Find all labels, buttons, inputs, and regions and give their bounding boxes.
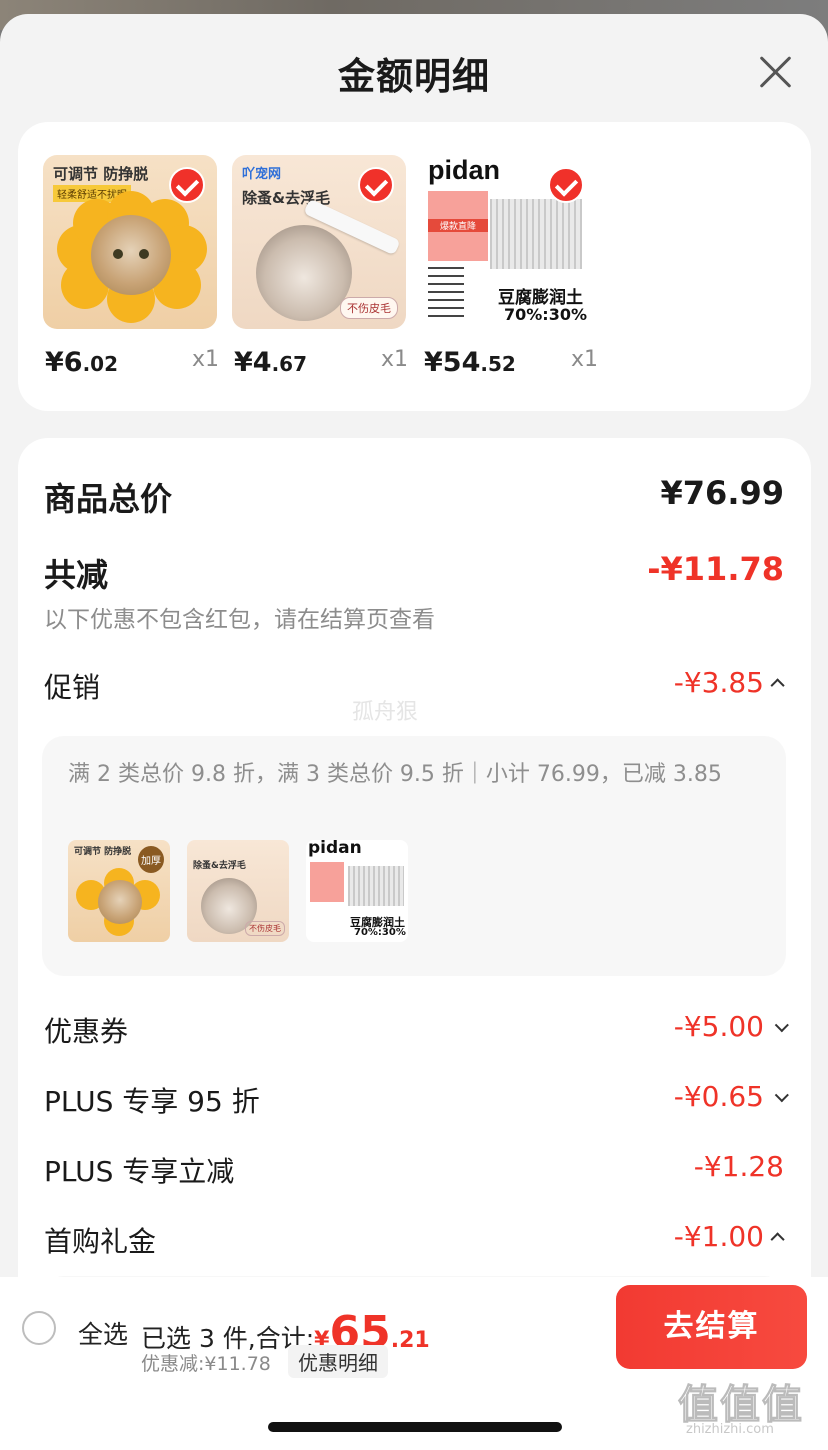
promo-label: 促销 (44, 671, 101, 704)
select-all-label[interactable]: 全选 (78, 1315, 128, 1351)
plus-discount-toggle[interactable]: -¥0.65 (673, 1080, 789, 1113)
select-all-radio[interactable] (22, 1311, 56, 1345)
product-image-cone-collar: 可调节 防挣脱 轻柔舒适不扰眠 (43, 155, 217, 329)
site-watermark: 值值值 zhizhizhi.com (678, 1372, 822, 1442)
home-indicator[interactable] (268, 1422, 562, 1432)
first-buy-gift-value: -¥1.00 (673, 1220, 764, 1253)
image-tag: 不伤皮毛 (340, 297, 398, 319)
promo-detail-text: 满 2 类总价 9.8 折，满 3 类总价 9.5 折｜小计 76.99，已减 … (68, 762, 722, 787)
total-reduce-value: -¥11.78 (647, 550, 784, 588)
discount-detail-button[interactable]: 优惠明细 (288, 1345, 388, 1378)
first-buy-gift-label: 首购礼金 (44, 1225, 157, 1258)
discount-note: 以下优惠不包含红包，请在结算页查看 (44, 607, 435, 633)
plus-discount-label: PLUS 专享 95 折 (44, 1085, 260, 1118)
discount-summary: 优惠减:¥11.78 (141, 1353, 271, 1375)
close-icon[interactable] (754, 50, 798, 94)
plus-reduce-label: PLUS 专享立减 (44, 1155, 235, 1188)
promo-toggle[interactable]: -¥3.85 (673, 666, 785, 699)
product-image-flea-comb: 吖宠网 除蚤&去浮毛 不伤皮毛 (232, 155, 406, 329)
site-watermark-url: zhizhizhi.com (686, 1422, 774, 1437)
image-ratio: 70%:30% (504, 305, 587, 324)
amount-detail-sheet: 金额明细 可调节 防挣脱 轻柔舒适不扰眠 ¥6.02 x1 吖宠网 除蚤&去浮毛… (0, 14, 828, 1450)
coupon-label: 优惠券 (44, 1015, 129, 1048)
checked-icon[interactable] (169, 167, 205, 203)
chevron-up-icon (770, 678, 785, 693)
product-qty: x1 (191, 347, 219, 372)
image-brand: 吖宠网 (242, 167, 282, 182)
product-price: ¥4.67 (234, 347, 308, 378)
checked-icon[interactable] (358, 167, 394, 203)
chevron-down-icon (774, 1018, 789, 1033)
plus-reduce-value: -¥1.28 (693, 1150, 784, 1183)
first-buy-gift-toggle[interactable]: -¥1.00 (673, 1220, 785, 1253)
chevron-up-icon (770, 1232, 785, 1247)
promo-item-thumb[interactable]: 除蚤&去浮毛 不伤皮毛 (187, 840, 289, 942)
user-watermark: 孤舟狠 (352, 700, 419, 725)
image-title: 可调节 防挣脱 (53, 165, 149, 183)
promo-value: -¥3.85 (673, 666, 764, 699)
checkout-button[interactable]: 去结算 (616, 1285, 807, 1369)
total-reduce-label: 共减 (44, 556, 109, 594)
promo-item-thumb[interactable]: 可调节 防挣脱 加厚 (68, 840, 170, 942)
image-brand: pidan (428, 155, 500, 185)
chevron-down-icon (774, 1088, 789, 1103)
goods-total-value: ¥76.99 (660, 474, 784, 512)
goods-total-label: 商品总价 (44, 480, 173, 518)
coupon-toggle[interactable]: -¥5.00 (673, 1010, 789, 1043)
coupon-value: -¥5.00 (673, 1010, 764, 1043)
plus-discount-value: -¥0.65 (673, 1080, 764, 1113)
promo-item-thumb[interactable]: pidan 豆腐膨润土 70%:30% (306, 840, 408, 942)
checked-icon[interactable] (548, 167, 584, 203)
sheet-title: 金额明细 (338, 55, 490, 98)
product-qty: x1 (570, 347, 598, 372)
product-item[interactable]: 吖宠网 除蚤&去浮毛 不伤皮毛 ¥4.67 x1 (232, 155, 408, 378)
product-price: ¥54.52 (424, 347, 516, 378)
promo-detail-box: 满 2 类总价 9.8 折，满 3 类总价 9.5 折｜小计 76.99，已减 … (42, 736, 786, 976)
product-qty: x1 (380, 347, 408, 372)
product-card: 可调节 防挣脱 轻柔舒适不扰眠 ¥6.02 x1 吖宠网 除蚤&去浮毛 不伤皮毛… (18, 122, 811, 411)
product-item[interactable]: pidan 爆款直降 豆腐膨润土 70%:30% ¥54.52 x1 (422, 155, 598, 378)
thick-badge: 加厚 (138, 846, 164, 873)
product-image-cat-litter: pidan 爆款直降 豆腐膨润土 70%:30% (422, 155, 596, 329)
image-badge: 爆款直降 (428, 219, 488, 232)
product-price: ¥6.02 (45, 347, 119, 378)
product-item[interactable]: 可调节 防挣脱 轻柔舒适不扰眠 ¥6.02 x1 (43, 155, 219, 378)
